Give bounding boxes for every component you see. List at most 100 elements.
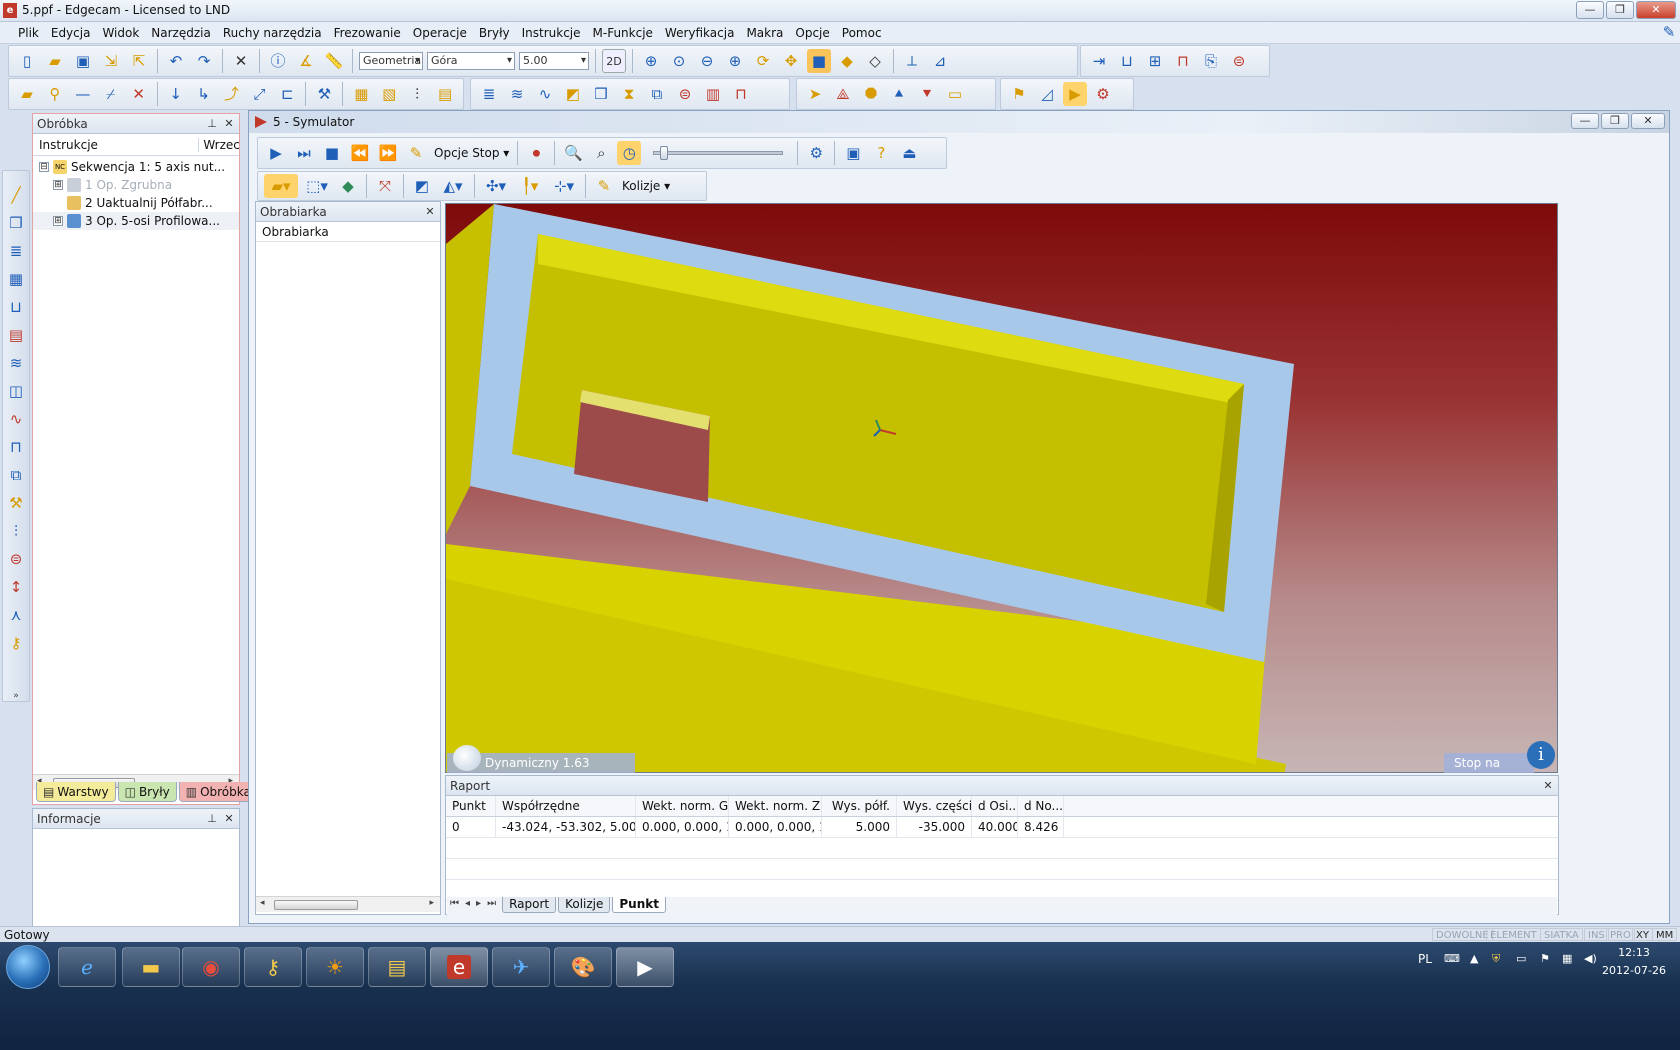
geometry-select[interactable]: Geometria <box>359 52 423 70</box>
collisions-icon[interactable]: ✎ <box>592 174 616 198</box>
close-button[interactable]: ✕ <box>1636 1 1676 19</box>
close-icon[interactable]: ✕ <box>423 205 437 218</box>
feature-boss-icon[interactable]: ⊓ <box>1171 49 1195 73</box>
info-icon[interactable]: ⓘ <box>266 49 290 73</box>
menu-narzedzia[interactable]: Narzędzia <box>145 23 217 43</box>
col-d-osi[interactable]: d Osi... <box>972 796 1018 816</box>
vtool-probe-icon[interactable]: ⋏ <box>4 603 28 627</box>
feature-arrow-icon[interactable]: ⇥ <box>1087 49 1111 73</box>
status-siatka[interactable]: SIATKA <box>1540 928 1583 941</box>
section-icon[interactable]: ◩ <box>410 174 434 198</box>
close-icon[interactable]: ✕ <box>222 812 236 825</box>
shaded-cube-icon[interactable]: ■ <box>807 49 831 73</box>
vtool-layers-icon[interactable]: ≋ <box>4 351 28 375</box>
break-line-icon[interactable]: ⌿ <box>99 82 123 106</box>
line-point-icon[interactable]: — <box>71 82 95 106</box>
tray-keyboard-icon[interactable]: ⌨ <box>1444 952 1460 965</box>
stop-icon[interactable]: ■ <box>320 141 344 165</box>
clock-time[interactable]: 12:13 <box>1612 946 1656 959</box>
machining-flow-icon[interactable]: ⯆ <box>915 82 939 106</box>
vtool-contour-icon[interactable]: ◫ <box>4 379 28 403</box>
tray-flag-icon[interactable]: ⚑ <box>1540 952 1550 965</box>
scroll-left-arrow-icon[interactable]: ◂ <box>260 898 265 908</box>
clamp-icon[interactable]: ⊹▾ <box>549 174 579 198</box>
sim-close-button[interactable]: ✕ <box>1631 113 1665 129</box>
tab-warstwy[interactable]: ▤ Warstwy <box>36 782 116 802</box>
tree-item-sequence[interactable]: ⊟ NC Sekwencja 1: 5 axis nut... <box>33 158 239 176</box>
compare-icon[interactable]: ◭▾ <box>438 174 468 198</box>
collapse-icon[interactable]: ⊟ <box>39 162 49 172</box>
taskbar-simulator-icon[interactable]: ▶ <box>616 947 674 987</box>
step-icon[interactable]: ⏭ <box>292 141 316 165</box>
menu-weryfikacja[interactable]: Weryfikacja <box>659 23 741 43</box>
simulation-viewport[interactable] <box>445 203 1558 773</box>
vtool-face-icon[interactable]: ≣ <box>4 239 28 263</box>
taskbar-chrome-icon[interactable]: ◉ <box>182 947 240 987</box>
status-xy[interactable]: XY <box>1632 928 1653 941</box>
start-button[interactable] <box>6 945 50 989</box>
col-punkt[interactable]: Punkt <box>446 796 496 816</box>
machining-plane-icon[interactable]: ▭ <box>943 82 967 106</box>
pan-view-icon[interactable]: ✥ <box>779 49 803 73</box>
col-d-no[interactable]: d No... <box>1018 796 1064 816</box>
vtool-rough-icon[interactable]: ▦ <box>4 267 28 291</box>
rapid-move-icon[interactable]: ⤢ <box>248 82 272 106</box>
vtool-stock-icon[interactable]: ❒ <box>4 211 28 235</box>
zoom-dynamic-icon[interactable]: ⊙ <box>667 49 691 73</box>
stock-view-icon[interactable]: ⬚▾ <box>302 174 332 198</box>
speed-dial-icon[interactable]: ◷ <box>617 141 642 165</box>
tray-security-icon[interactable]: ⛨ <box>1492 952 1500 966</box>
strategy-layers-icon[interactable]: ≣ <box>477 82 501 106</box>
vtool-wave-icon[interactable]: ∿ <box>4 407 28 431</box>
menu-bryly[interactable]: Bryły <box>473 23 516 43</box>
new-file-icon[interactable]: ▯ <box>15 49 39 73</box>
scroll-right-arrow-icon[interactable]: ▸ <box>429 898 434 908</box>
menu-ruchy-narzedzia[interactable]: Ruchy narzędzia <box>217 23 328 43</box>
vtool-drill-icon[interactable]: ⚒ <box>4 491 28 515</box>
tool-icon[interactable]: ╿▾ <box>515 174 545 198</box>
vtool-5axis-icon[interactable]: ⧉ <box>4 463 28 487</box>
stock-icon[interactable]: ▰ <box>15 82 39 106</box>
sim-minimize-button[interactable]: — <box>1571 113 1599 129</box>
wireframe-icon[interactable]: ◇ <box>863 49 887 73</box>
info-icon[interactable]: i <box>1527 741 1555 769</box>
vtool-pocket-icon[interactable]: ⊔ <box>4 295 28 319</box>
column-wrzeciono[interactable]: Wrzeciono <box>199 138 239 152</box>
tab-punkt[interactable]: Punkt <box>612 897 666 913</box>
taskbar-plane-icon[interactable]: ✈ <box>492 947 550 987</box>
maximize-button[interactable]: ❐ <box>1606 1 1634 19</box>
col-wekt-norm-gl[interactable]: Wekt. norm. Gl... <box>636 796 729 816</box>
speed-slider-thumb[interactable] <box>660 146 669 160</box>
tree-item-update-stock[interactable]: 2 Uaktualnij Półfabr... <box>33 194 239 212</box>
feature-find-icon[interactable]: ⎘ <box>1199 49 1223 73</box>
menu-frezowanie[interactable]: Frezowanie <box>328 23 407 43</box>
sim-verify-icon[interactable]: ⚙ <box>1091 82 1115 106</box>
menu-opcje[interactable]: Opcje <box>789 23 835 43</box>
speed-slider[interactable] <box>653 146 784 160</box>
pin-icon[interactable]: ⊥ <box>205 812 219 825</box>
status-pro[interactable]: PRO <box>1606 928 1635 941</box>
sim-maximize-button[interactable]: ❐ <box>1601 113 1629 129</box>
coordinate-system-icon[interactable]: ⊿ <box>928 49 952 73</box>
strategy-profile-icon[interactable]: ≋ <box>505 82 529 106</box>
menu-makra[interactable]: Makra <box>740 23 789 43</box>
value-select[interactable]: 5.00 <box>519 52 589 70</box>
close-icon[interactable]: ✕ <box>1541 779 1555 792</box>
status-dowolne[interactable]: DOWOLNE <box>1432 928 1493 941</box>
expand-icon[interactable]: ⊞ <box>53 216 63 226</box>
save-icon[interactable]: ▣ <box>71 49 95 73</box>
orientation-compass-icon[interactable] <box>453 745 481 771</box>
redo-icon[interactable]: ↷ <box>192 49 216 73</box>
help-icon[interactable]: ? <box>869 141 893 165</box>
stop-options-icon[interactable]: ✎ <box>404 141 428 165</box>
feature-pocket-icon[interactable]: ⊔ <box>1115 49 1139 73</box>
strategy-cube-icon[interactable]: ❒ <box>589 82 613 106</box>
machining-tool-icon[interactable]: ➤ <box>803 82 827 106</box>
view-select[interactable]: Góra <box>427 52 515 70</box>
strategy-pocket-icon[interactable]: ⊓ <box>729 82 753 106</box>
tab-bryly[interactable]: ◫ Bryły <box>117 782 177 802</box>
solid-view-icon[interactable]: ◆ <box>835 49 859 73</box>
rewind-icon[interactable]: ⏪ <box>348 141 372 165</box>
vtool-bore-icon[interactable]: ↕ <box>4 575 28 599</box>
measure-angle-icon[interactable]: ∡ <box>294 49 318 73</box>
